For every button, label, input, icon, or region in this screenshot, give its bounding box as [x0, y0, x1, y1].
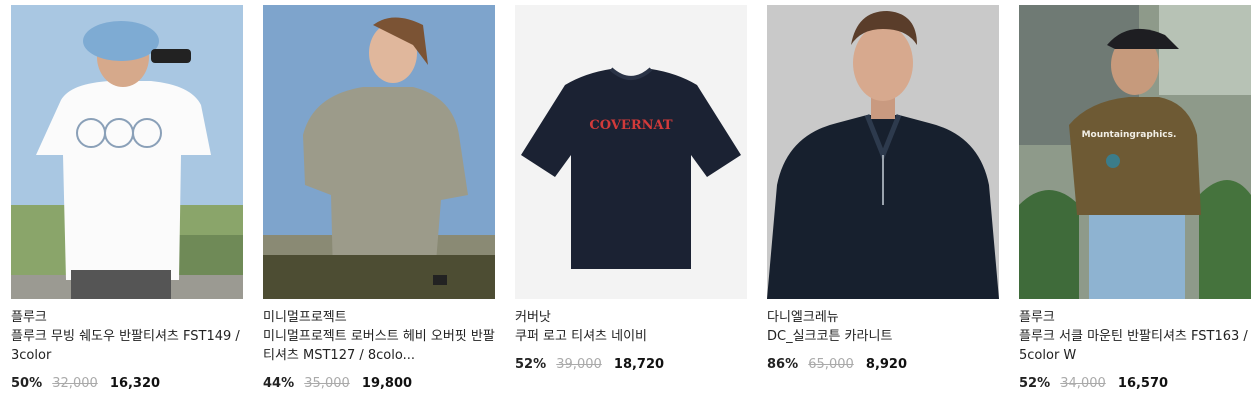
- product-photo: [11, 5, 243, 299]
- product-image[interactable]: [11, 5, 243, 299]
- product-photo: [767, 5, 999, 299]
- discount-rate: 44%: [263, 376, 295, 391]
- product-image[interactable]: [767, 5, 999, 299]
- product-name[interactable]: 미니멀프로젝트 로버스트 헤비 오버핏 반팔티셔츠 MST127 / 8colo…: [263, 327, 495, 365]
- product-image[interactable]: [263, 5, 495, 299]
- product-card[interactable]: 미니멀프로젝트 미니멀프로젝트 로버스트 헤비 오버핏 반팔티셔츠 MST127…: [263, 5, 495, 393]
- product-brand[interactable]: 플루크: [1019, 309, 1251, 327]
- price-row: 52% 39,000 18,720: [515, 356, 747, 374]
- discount-rate: 86%: [767, 357, 799, 372]
- product-photo: COVERNAT: [515, 5, 747, 299]
- price-row: 44% 35,000 19,800: [263, 375, 495, 393]
- print-mountaingraphics: Mountaingraphics.: [1082, 130, 1177, 140]
- product-name[interactable]: 플루크 서클 마운틴 반팔티셔츠 FST163 / 5color W: [1019, 327, 1251, 365]
- print-covernat: COVERNAT: [589, 118, 672, 133]
- product-photo: Mountaingraphics.: [1019, 5, 1251, 299]
- discount-rate: 52%: [515, 357, 547, 372]
- product-card[interactable]: 플루크 플루크 무빙 쉐도우 반팔티셔츠 FST149 / 3color 50%…: [11, 5, 243, 393]
- product-brand[interactable]: 플루크: [11, 309, 243, 327]
- original-price: 39,000: [556, 357, 602, 372]
- sale-price: 8,920: [865, 357, 908, 372]
- original-price: 32,000: [52, 376, 98, 391]
- price-row: 52% 34,000 16,570: [1019, 375, 1251, 393]
- product-card[interactable]: COVERNAT 커버낫 쿠퍼 로고 티셔츠 네이비 52% 39,000 18…: [515, 5, 747, 374]
- product-image[interactable]: COVERNAT: [515, 5, 747, 299]
- product-name[interactable]: 플루크 무빙 쉐도우 반팔티셔츠 FST149 / 3color: [11, 327, 243, 365]
- product-brand[interactable]: 다니엘크레뉴: [767, 309, 999, 327]
- product-image[interactable]: Mountaingraphics.: [1019, 5, 1251, 299]
- sale-price: 18,720: [613, 357, 665, 372]
- product-brand[interactable]: 커버낫: [515, 309, 747, 327]
- original-price: 65,000: [808, 357, 854, 372]
- sale-price: 16,570: [1117, 376, 1169, 391]
- sale-price: 19,800: [361, 376, 413, 391]
- price-row: 86% 65,000 8,920: [767, 356, 999, 374]
- discount-rate: 50%: [11, 376, 43, 391]
- price-row: 50% 32,000 16,320: [11, 375, 243, 393]
- original-price: 35,000: [304, 376, 350, 391]
- product-brand[interactable]: 미니멀프로젝트: [263, 309, 495, 327]
- product-card[interactable]: Mountaingraphics. 플루크 플루크 서클 마운틴 반팔티셔츠 F…: [1019, 5, 1251, 393]
- discount-rate: 52%: [1019, 376, 1051, 391]
- product-name[interactable]: DC_실크코튼 카라니트: [767, 327, 999, 346]
- product-name[interactable]: 쿠퍼 로고 티셔츠 네이비: [515, 327, 747, 346]
- original-price: 34,000: [1060, 376, 1106, 391]
- product-grid: 플루크 플루크 무빙 쉐도우 반팔티셔츠 FST149 / 3color 50%…: [0, 0, 1256, 415]
- product-photo: [263, 5, 495, 299]
- sale-price: 16,320: [109, 376, 161, 391]
- product-card[interactable]: 다니엘크레뉴 DC_실크코튼 카라니트 86% 65,000 8,920: [767, 5, 999, 374]
